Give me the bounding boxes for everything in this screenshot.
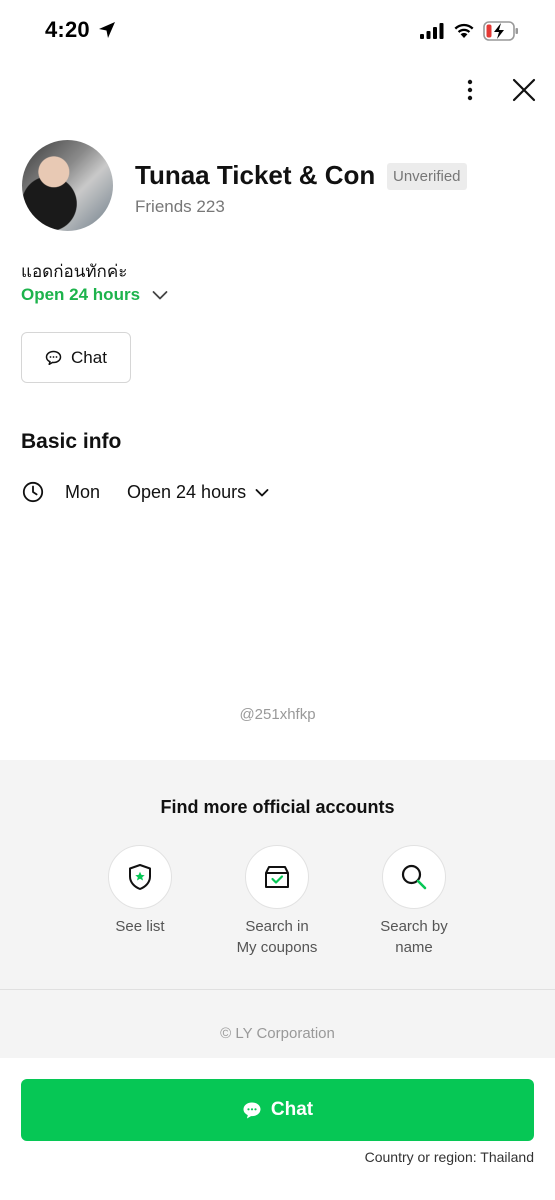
hours-detail-value: Open 24 hours <box>127 482 247 502</box>
business-hours-label: Open 24 hours <box>21 285 141 304</box>
search-coupons-label-line1: Search in <box>245 918 309 935</box>
status-message: แอดก่อนทักค่ะ <box>21 262 128 281</box>
search-by-name-label: Search by name <box>344 916 484 958</box>
find-more-heading: Find more official accounts <box>160 797 395 817</box>
see-list-label: See list <box>115 918 165 935</box>
copyright-text: © LY Corporation <box>220 1025 335 1042</box>
more-options-button[interactable] <box>456 76 484 104</box>
chat-button-label: Chat <box>71 347 107 367</box>
location-arrow-icon <box>99 22 115 38</box>
primary-chat-button[interactable]: Chat <box>21 1079 534 1141</box>
copyright-area: © LY Corporation <box>0 990 555 1058</box>
see-list-button[interactable]: See list <box>70 845 210 937</box>
business-hours-toggle[interactable]: Open 24 hours <box>21 285 168 305</box>
search-icon <box>401 864 427 890</box>
basic-info-heading: Basic info <box>21 430 122 453</box>
hours-day-label: Mon <box>65 482 101 502</box>
search-by-name-button[interactable]: Search by name <box>344 845 484 958</box>
account-id: @251xhfkp <box>239 706 316 723</box>
chevron-down-icon <box>255 488 269 496</box>
search-coupons-circle <box>245 845 309 909</box>
see-list-circle <box>108 845 172 909</box>
chevron-down-icon <box>152 291 168 300</box>
status-bar: 4:20 <box>0 0 555 62</box>
find-more-section: Find more official accounts See list Sea… <box>0 760 555 990</box>
profile-avatar[interactable] <box>22 140 113 231</box>
search-by-name-label-line2: name <box>395 939 433 956</box>
coupon-box-icon <box>265 866 289 888</box>
chat-button[interactable]: Chat <box>21 332 131 383</box>
battery-charging-icon <box>483 21 518 41</box>
search-by-name-circle <box>382 845 446 909</box>
vertical-ellipsis-icon <box>467 79 473 101</box>
chat-bubble-icon <box>45 350 62 365</box>
search-coupons-label-line2: My coupons <box>236 939 318 956</box>
country-region-text: Country or region: Thailand <box>364 1149 534 1165</box>
clock-icon <box>22 481 44 503</box>
search-coupons-button[interactable]: Search in My coupons <box>207 845 347 958</box>
chat-bubble-icon <box>243 1102 261 1118</box>
friends-count: Friends 223 <box>135 197 225 216</box>
close-icon[interactable] <box>510 76 538 104</box>
search-coupons-label: Search in My coupons <box>207 916 347 958</box>
profile-name: Tunaa Ticket & Con <box>135 160 376 190</box>
hours-detail-toggle[interactable]: Open 24 hours <box>127 482 269 503</box>
search-by-name-label-line1: Search by <box>380 918 448 935</box>
wifi-icon <box>454 23 474 38</box>
status-time: 4:20 <box>45 17 90 42</box>
cellular-signal-icon <box>420 23 444 39</box>
unverified-badge: Unverified <box>387 163 467 190</box>
primary-chat-label: Chat <box>270 1099 314 1120</box>
shield-star-icon <box>129 864 151 890</box>
